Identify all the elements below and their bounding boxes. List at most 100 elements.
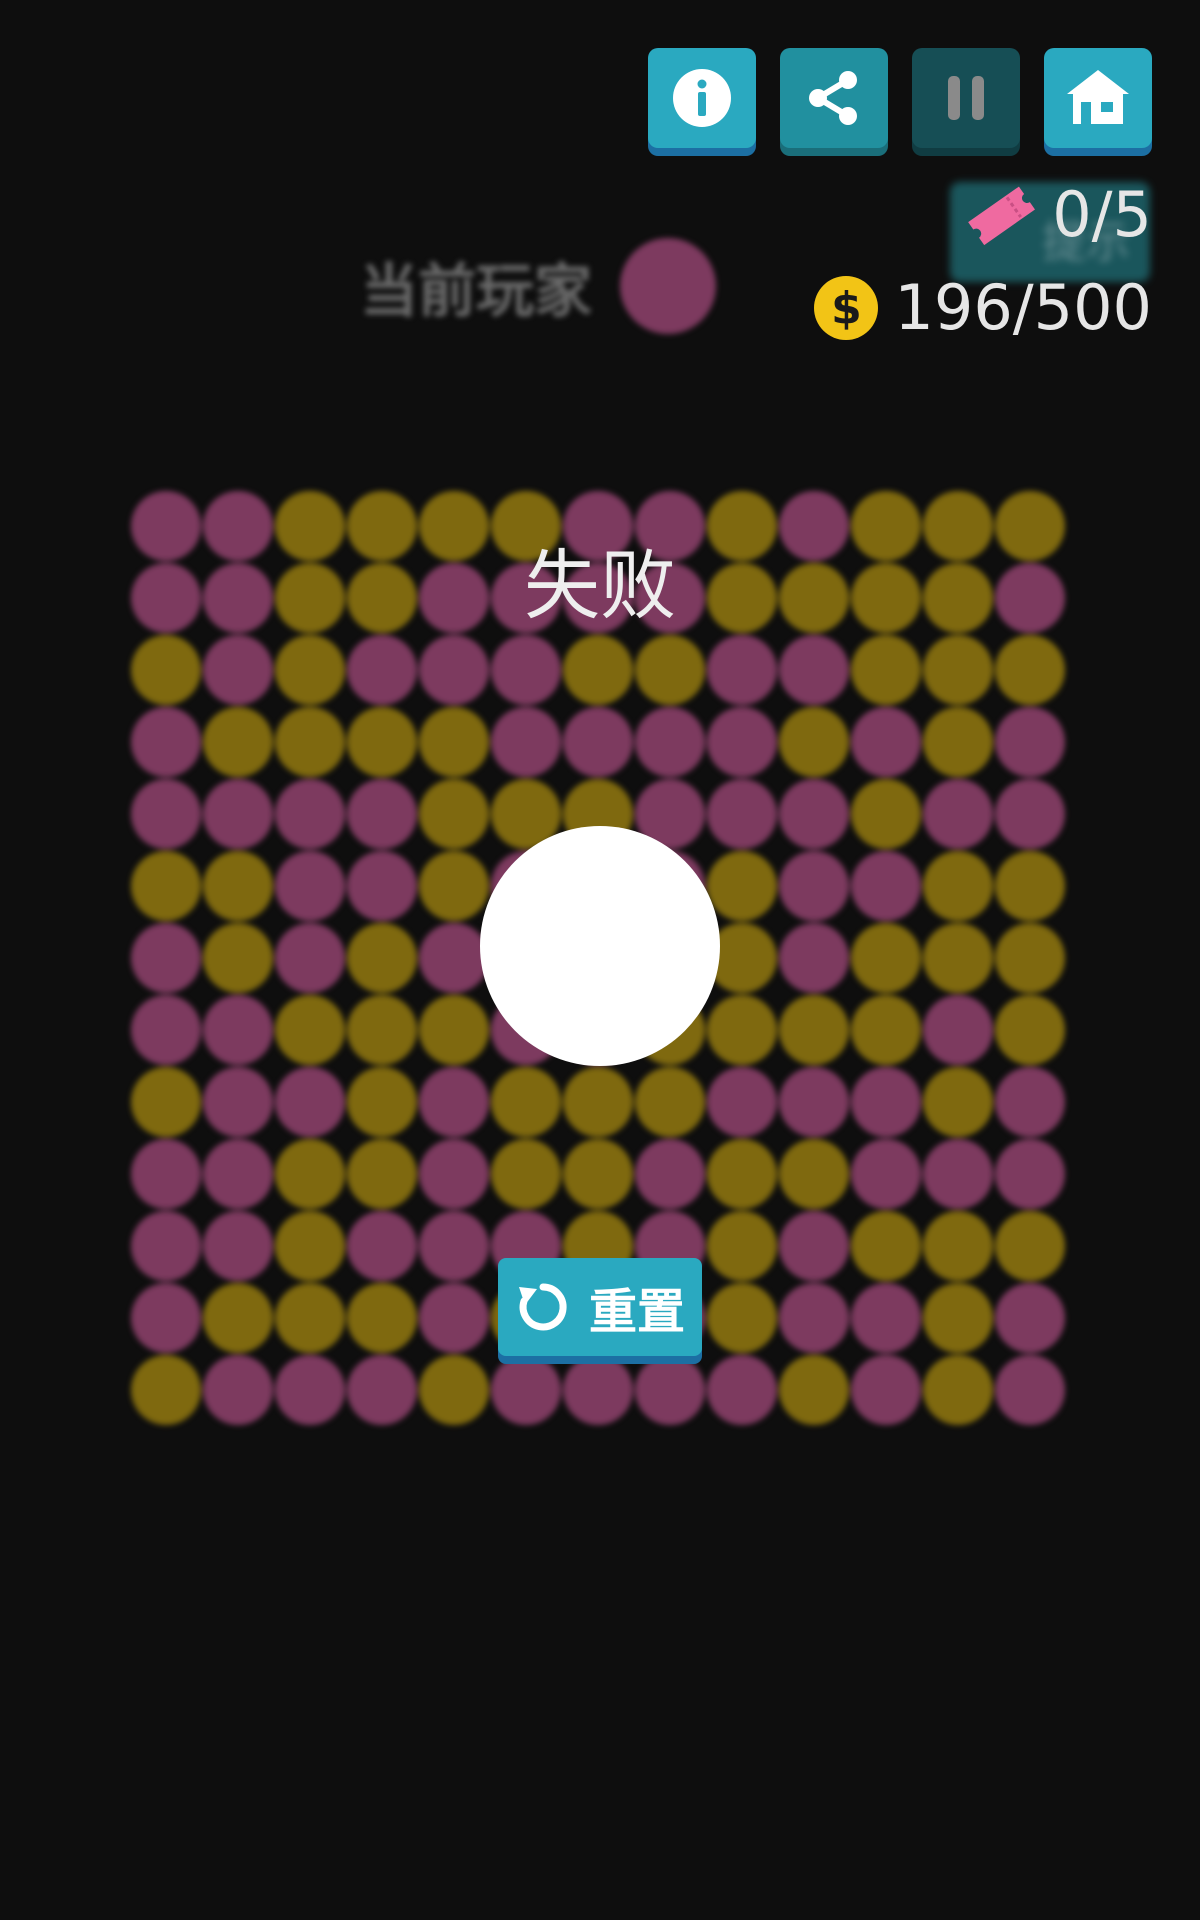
board-cell[interactable]: [635, 707, 705, 777]
board-cell[interactable]: [131, 779, 201, 849]
board-cell[interactable]: [851, 995, 921, 1065]
board-cell[interactable]: [995, 1355, 1065, 1425]
board-cell[interactable]: [275, 923, 345, 993]
board-cell[interactable]: [131, 1283, 201, 1353]
board-cell[interactable]: [419, 1355, 489, 1425]
board-cell[interactable]: [923, 1139, 993, 1209]
board-cell[interactable]: [779, 707, 849, 777]
board-cell[interactable]: [347, 1283, 417, 1353]
board-cell[interactable]: [275, 1067, 345, 1137]
board-cell[interactable]: [779, 1139, 849, 1209]
board-cell[interactable]: [347, 635, 417, 705]
board-cell[interactable]: [707, 1355, 777, 1425]
board-cell[interactable]: [707, 635, 777, 705]
info-button[interactable]: [648, 48, 756, 148]
board-cell[interactable]: [995, 1211, 1065, 1281]
board-cell[interactable]: [923, 995, 993, 1065]
board-cell[interactable]: [347, 923, 417, 993]
board-cell[interactable]: [995, 635, 1065, 705]
board-cell[interactable]: [563, 707, 633, 777]
board-cell[interactable]: [131, 1067, 201, 1137]
share-button[interactable]: [780, 48, 888, 148]
board-cell[interactable]: [203, 995, 273, 1065]
board-cell[interactable]: [347, 995, 417, 1065]
board-cell[interactable]: [779, 779, 849, 849]
board-cell[interactable]: [347, 779, 417, 849]
board-cell[interactable]: [203, 779, 273, 849]
board-cell[interactable]: [419, 635, 489, 705]
board-cell[interactable]: [707, 1067, 777, 1137]
board-cell[interactable]: [203, 851, 273, 921]
board-cell[interactable]: [131, 923, 201, 993]
board-cell[interactable]: [851, 707, 921, 777]
board-cell[interactable]: [275, 1211, 345, 1281]
board-cell[interactable]: [995, 923, 1065, 993]
board-cell[interactable]: [275, 1139, 345, 1209]
board-cell[interactable]: [923, 635, 993, 705]
board-cell[interactable]: [419, 707, 489, 777]
board-cell[interactable]: [923, 1211, 993, 1281]
board-cell[interactable]: [131, 1355, 201, 1425]
board-cell[interactable]: [347, 1355, 417, 1425]
board-cell[interactable]: [995, 1139, 1065, 1209]
board-cell[interactable]: [275, 707, 345, 777]
board-cell[interactable]: [851, 779, 921, 849]
board-cell[interactable]: [923, 923, 993, 993]
board-cell[interactable]: [923, 1355, 993, 1425]
board-cell[interactable]: [995, 707, 1065, 777]
board-cell[interactable]: [923, 1067, 993, 1137]
board-cell[interactable]: [923, 707, 993, 777]
board-cell[interactable]: [203, 1355, 273, 1425]
board-cell[interactable]: [779, 635, 849, 705]
board-cell[interactable]: [779, 1211, 849, 1281]
board-cell[interactable]: [131, 995, 201, 1065]
board-cell[interactable]: [347, 1139, 417, 1209]
board-cell[interactable]: [995, 1067, 1065, 1137]
board-cell[interactable]: [419, 851, 489, 921]
board-cell[interactable]: [131, 1211, 201, 1281]
board-cell[interactable]: [851, 1139, 921, 1209]
board-cell[interactable]: [419, 995, 489, 1065]
board-cell[interactable]: [491, 1139, 561, 1209]
board-cell[interactable]: [995, 779, 1065, 849]
board-cell[interactable]: [635, 1139, 705, 1209]
board-cell[interactable]: [707, 995, 777, 1065]
board-cell[interactable]: [203, 707, 273, 777]
board-cell[interactable]: [275, 851, 345, 921]
board-cell[interactable]: [779, 1067, 849, 1137]
home-button[interactable]: [1044, 48, 1152, 148]
board-cell[interactable]: [923, 779, 993, 849]
board-cell[interactable]: [995, 851, 1065, 921]
board-cell[interactable]: [635, 1067, 705, 1137]
board-cell[interactable]: [275, 995, 345, 1065]
board-cell[interactable]: [203, 923, 273, 993]
board-cell[interactable]: [419, 923, 489, 993]
board-cell[interactable]: [563, 635, 633, 705]
board-cell[interactable]: [347, 1067, 417, 1137]
board-cell[interactable]: [707, 851, 777, 921]
board-cell[interactable]: [419, 1283, 489, 1353]
board-cell[interactable]: [635, 635, 705, 705]
board-cell[interactable]: [347, 1211, 417, 1281]
board-cell[interactable]: [779, 923, 849, 993]
board-cell[interactable]: [419, 1067, 489, 1137]
board-cell[interactable]: [563, 1355, 633, 1425]
board-cell[interactable]: [419, 1211, 489, 1281]
board-cell[interactable]: [779, 1355, 849, 1425]
board-cell[interactable]: [203, 1067, 273, 1137]
board-cell[interactable]: [419, 1139, 489, 1209]
reset-button[interactable]: 重置: [498, 1258, 702, 1356]
board-cell[interactable]: [851, 1067, 921, 1137]
board-cell[interactable]: [203, 1211, 273, 1281]
board-cell[interactable]: [851, 1211, 921, 1281]
board-cell[interactable]: [131, 851, 201, 921]
board-cell[interactable]: [275, 1283, 345, 1353]
board-cell[interactable]: [707, 1139, 777, 1209]
board-cell[interactable]: [779, 851, 849, 921]
board-cell[interactable]: [779, 995, 849, 1065]
board-cell[interactable]: [851, 1283, 921, 1353]
board-cell[interactable]: [491, 1067, 561, 1137]
board-cell[interactable]: [707, 707, 777, 777]
board-cell[interactable]: [131, 635, 201, 705]
board-cell[interactable]: [491, 1355, 561, 1425]
